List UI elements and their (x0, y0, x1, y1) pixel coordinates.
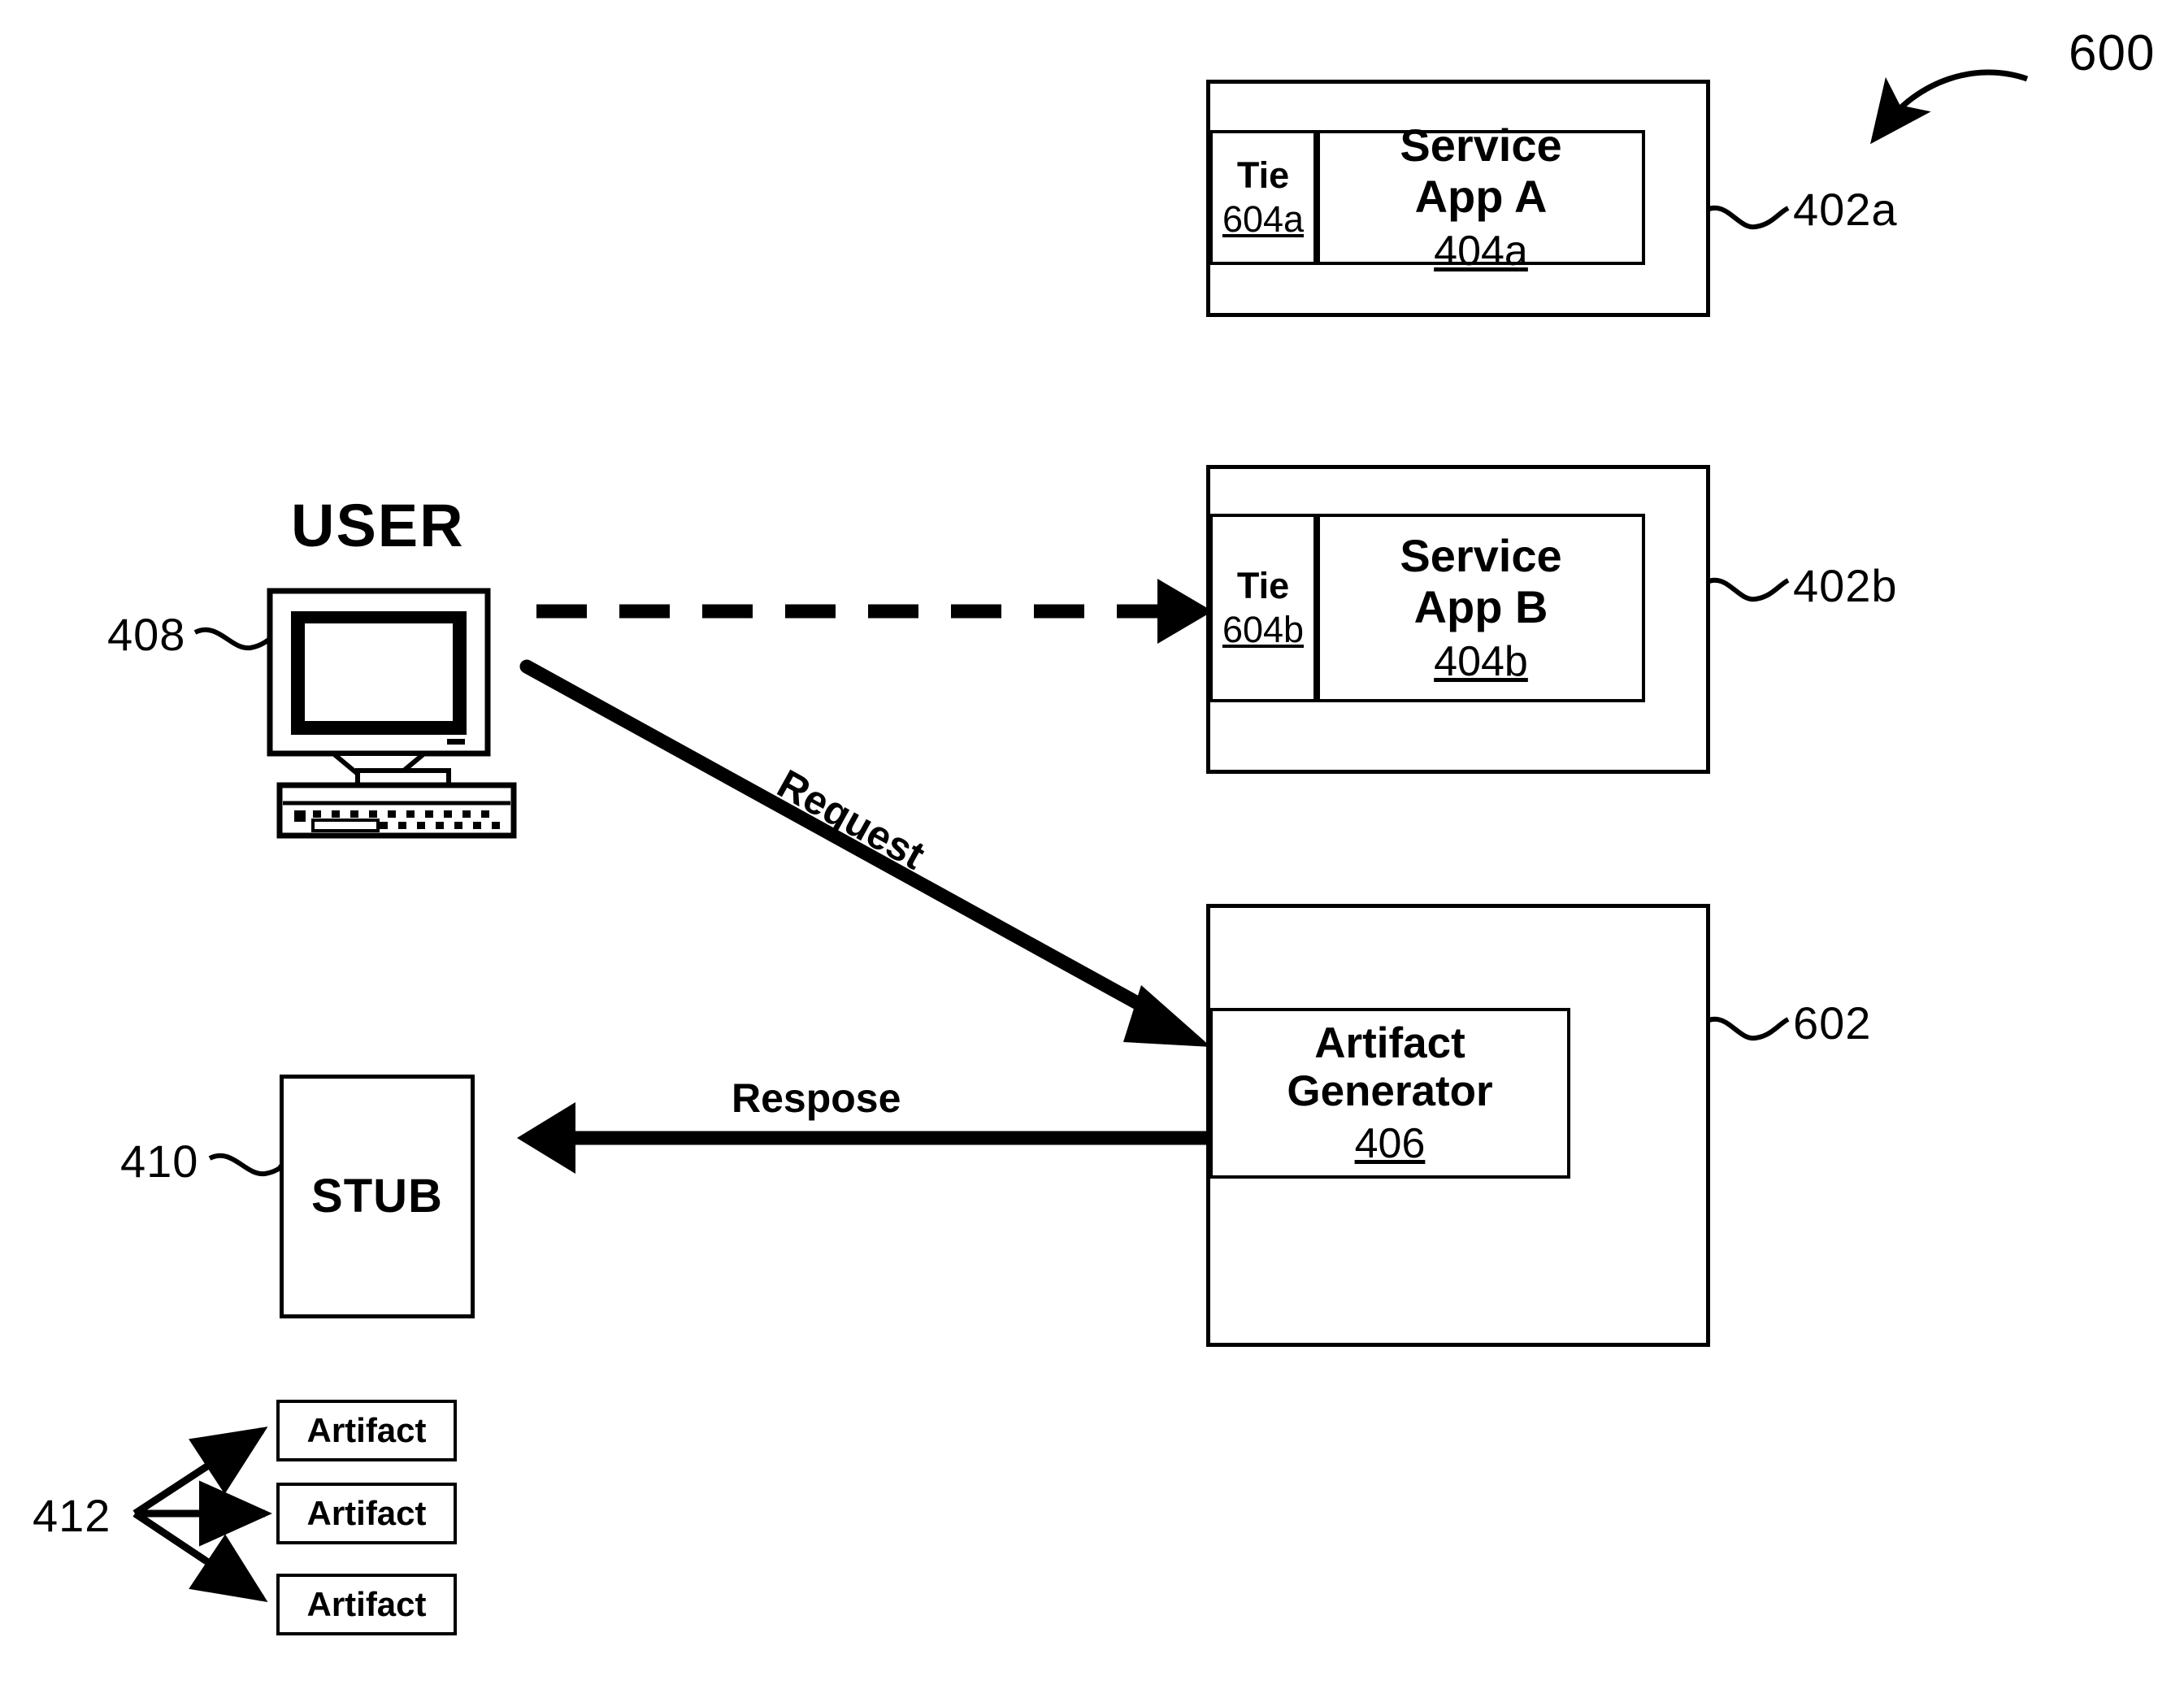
leader-402a (1702, 205, 1790, 230)
artifact-generator-text: Artifact Generator 406 (1209, 1008, 1570, 1179)
stub-box-text: STUB (280, 1075, 475, 1318)
dashed-arrow-user-to-service-b (536, 579, 1213, 644)
artifact-box-3-text: Artifact (276, 1574, 457, 1635)
ref-408: 408 (107, 609, 186, 660)
figure-number-leader (1869, 69, 2029, 145)
service-app-a-ref: 404a (1434, 227, 1528, 275)
artifact-generator-ref: 406 (1354, 1120, 1426, 1168)
artifact-label-2: Artifact (306, 1494, 427, 1533)
service-app-a-label-line1: Service (1400, 119, 1562, 172)
request-arrow (519, 659, 1211, 1047)
tie-box-a-text: Tie 604a (1209, 130, 1317, 265)
service-app-b-label-line2: App B (1413, 580, 1548, 632)
service-app-b-label-line1: Service (1400, 530, 1562, 582)
service-app-a-label-line2: App A (1414, 170, 1548, 222)
tie-b-ref: 604b (1222, 609, 1305, 650)
request-arrow-label: Request (770, 760, 933, 879)
tie-a-ref: 604a (1222, 198, 1305, 240)
service-app-a-text: Service App A 404a (1317, 119, 1645, 274)
tie-a-label: Tie (1236, 154, 1290, 196)
stub-label: STUB (311, 1169, 443, 1222)
leader-408 (193, 627, 281, 651)
artifact-fanout-arrows (132, 1427, 272, 1602)
response-arrow-label: Respose (732, 1075, 901, 1121)
user-caption: USER (291, 492, 465, 559)
artifact-generator-label-line1: Artifact (1314, 1018, 1465, 1067)
leader-402b (1702, 577, 1790, 602)
leader-410 (208, 1153, 285, 1177)
artifact-box-2-text: Artifact (276, 1483, 457, 1544)
patent-figure: 600 Tie 604a Service App A 404a 402a Tie… (0, 0, 2184, 1685)
tie-box-b-text: Tie 604b (1209, 514, 1317, 702)
service-app-b-ref: 404b (1434, 637, 1528, 685)
artifact-label-3: Artifact (306, 1585, 427, 1624)
artifact-box-1-text: Artifact (276, 1400, 457, 1461)
leader-602 (1702, 1016, 1790, 1041)
service-app-b-text: Service App B 404b (1317, 514, 1645, 702)
ref-602: 602 (1793, 997, 1872, 1049)
ref-410: 410 (120, 1136, 199, 1187)
ref-402b: 402b (1793, 560, 1898, 611)
ref-402a: 402a (1793, 184, 1898, 235)
tie-b-label: Tie (1236, 564, 1290, 606)
ref-412: 412 (33, 1490, 111, 1541)
figure-number: 600 (2069, 25, 2156, 81)
artifact-generator-label-line2: Generator (1287, 1066, 1493, 1115)
artifact-label-1: Artifact (306, 1411, 427, 1450)
computer-monitor-icon (267, 588, 517, 839)
